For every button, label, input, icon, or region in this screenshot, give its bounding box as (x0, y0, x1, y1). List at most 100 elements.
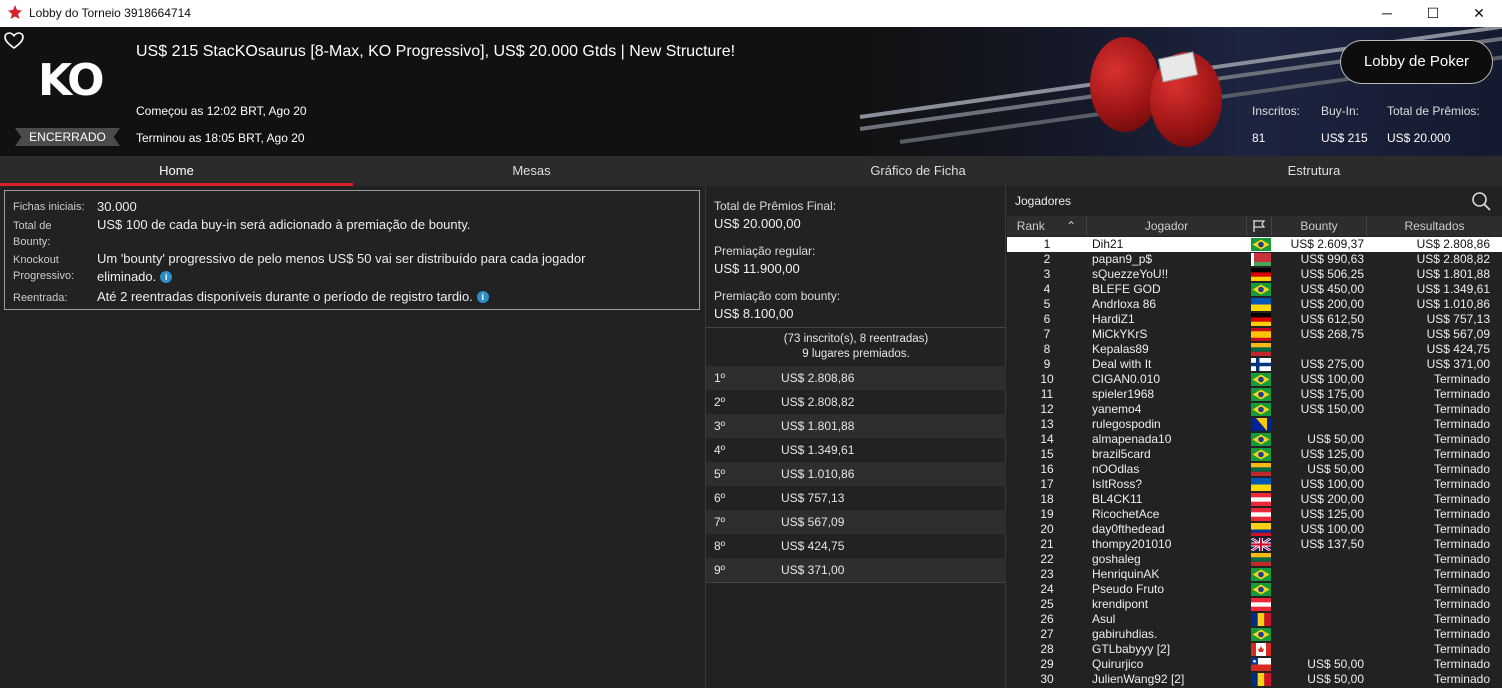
player-bounty: US$ 612,50 (1300, 312, 1364, 326)
payout-amount: US$ 2.808,82 (781, 395, 855, 409)
player-column-header[interactable]: Jogador (1087, 216, 1247, 236)
country-flag-icon (1251, 403, 1271, 416)
player-row[interactable]: 18 BL4CK11 US$ 200,00 Terminado (1007, 492, 1502, 507)
player-row[interactable]: 8 Kepalas89 US$ 424,75 (1007, 342, 1502, 357)
player-result: Terminado (1433, 507, 1490, 521)
tournament-name: US$ 215 StacKOsaurus [8-Max, KO Progress… (136, 43, 736, 60)
poker-lobby-button[interactable]: Lobby de Poker (1340, 40, 1493, 84)
start-time: Começou as 12:02 BRT, Ago 20 (136, 104, 307, 118)
player-row[interactable]: 14 almapenada10 US$ 50,00 Terminado (1007, 432, 1502, 447)
player-row[interactable]: 1 Dih21 US$ 2.609,37 US$ 2.808,86 (1007, 237, 1502, 252)
player-rank: 3 (1043, 267, 1051, 281)
country-flag-icon (1251, 523, 1271, 536)
player-rank: 15 (1040, 447, 1054, 461)
player-name: thompy201010 (1092, 537, 1172, 551)
player-row[interactable]: 21 thompy201010 US$ 137,50 Terminado (1007, 537, 1502, 552)
results-column-header[interactable]: Resultados (1367, 216, 1502, 236)
player-row[interactable]: 28 GTLbabyyy [2] Terminado (1007, 642, 1502, 657)
player-rank: 22 (1040, 552, 1054, 566)
payout-row: 8º US$ 424,75 (706, 534, 1006, 558)
player-name: gabiruhdias. (1092, 627, 1158, 641)
player-row[interactable]: 30 JulienWang92 [2] US$ 50,00 Terminado (1007, 672, 1502, 687)
payout-position: 8º (714, 539, 726, 553)
player-row[interactable]: 3 sQuezzeYoU!! US$ 506,25 US$ 1.801,88 (1007, 267, 1502, 282)
player-result: Terminado (1433, 447, 1490, 461)
player-bounty: US$ 50,00 (1307, 462, 1364, 476)
player-bounty: US$ 200,00 (1300, 492, 1364, 506)
player-result: Terminado (1433, 657, 1490, 671)
player-row[interactable]: 13 rulegospodin Terminado (1007, 417, 1502, 432)
player-row[interactable]: 2 papan9_p$ US$ 990,63 US$ 2.808,82 (1007, 252, 1502, 267)
player-row[interactable]: 4 BLEFE GOD US$ 450,00 US$ 1.349,61 (1007, 282, 1502, 297)
player-row[interactable]: 27 gabiruhdias. Terminado (1007, 627, 1502, 642)
player-result: Terminado (1433, 477, 1490, 491)
player-bounty: US$ 50,00 (1307, 432, 1364, 446)
player-name: Deal with It (1092, 357, 1152, 371)
player-rank: 30 (1040, 672, 1054, 686)
player-name: day0fthedead (1092, 522, 1165, 536)
player-result: Terminado (1433, 627, 1490, 641)
bounty-column-header[interactable]: Bounty (1272, 216, 1367, 236)
final-prize-value: US$ 20.000,00 (714, 216, 801, 231)
rank-column-header[interactable]: Rank ⌃ (1007, 216, 1087, 236)
player-row[interactable]: 29 Quirurjico US$ 50,00 Terminado (1007, 657, 1502, 672)
maximize-button[interactable]: ☐ (1410, 0, 1456, 27)
info-icon[interactable]: i (476, 291, 489, 303)
favorite-heart-icon[interactable] (4, 32, 24, 50)
player-row[interactable]: 25 krendipont Terminado (1007, 597, 1502, 612)
player-result: Terminado (1433, 537, 1490, 551)
player-name: BL4CK11 (1092, 492, 1143, 506)
final-prize-label: Total de Prêmios Final: (714, 199, 837, 213)
player-row[interactable]: 15 brazil5card US$ 125,00 Terminado (1007, 447, 1502, 462)
player-name: Andrloxa 86 (1092, 297, 1157, 311)
player-bounty: US$ 100,00 (1300, 372, 1364, 386)
player-result: Terminado (1433, 582, 1490, 596)
player-row[interactable]: 10 CIGAN0.010 US$ 100,00 Terminado (1007, 372, 1502, 387)
player-row[interactable]: 7 MiCkYKrS US$ 268,75 US$ 567,09 (1007, 327, 1502, 342)
tab-home[interactable]: Home (0, 156, 353, 186)
player-name: Kepalas89 (1092, 342, 1149, 356)
player-row[interactable]: 5 Andrloxa 86 US$ 200,00 US$ 1.010,86 (1007, 297, 1502, 312)
player-row[interactable]: 23 HenriquinAK Terminado (1007, 567, 1502, 582)
player-row[interactable]: 12 yanemo4 US$ 150,00 Terminado (1007, 402, 1502, 417)
flag-column-header[interactable] (1247, 216, 1272, 236)
country-flag-icon (1251, 553, 1271, 566)
player-row[interactable]: 19 RicochetAce US$ 125,00 Terminado (1007, 507, 1502, 522)
country-flag-icon (1251, 628, 1271, 641)
player-result: US$ 1.010,86 (1416, 297, 1490, 311)
player-name: almapenada10 (1092, 432, 1172, 446)
search-icon[interactable] (1471, 191, 1491, 211)
tab-chip-chart[interactable]: Gráfico de Ficha (710, 156, 1126, 186)
country-flag-icon (1251, 328, 1271, 341)
player-name: GTLbabyyy [2] (1092, 642, 1171, 656)
country-flag-icon (1251, 478, 1271, 491)
player-row[interactable]: 16 nOOdlas US$ 50,00 Terminado (1007, 462, 1502, 477)
info-icon[interactable]: i (160, 271, 173, 283)
player-result: US$ 757,13 (1426, 312, 1490, 326)
player-row[interactable]: 6 HardiZ1 US$ 612,50 US$ 757,13 (1007, 312, 1502, 327)
ko-logo: KO (38, 55, 105, 106)
player-result: US$ 1.801,88 (1416, 267, 1490, 281)
country-flag-icon (1251, 268, 1271, 281)
player-bounty: US$ 100,00 (1300, 477, 1364, 491)
tournament-info-box: Fichas iniciais: 30.000 Total de Bounty:… (4, 190, 700, 310)
country-flag-icon (1251, 298, 1271, 311)
player-row[interactable]: 9 Deal with It US$ 275,00 US$ 371,00 (1007, 357, 1502, 372)
close-button[interactable]: ✕ (1456, 0, 1502, 27)
player-bounty: US$ 150,00 (1300, 402, 1364, 416)
player-row[interactable]: 24 Pseudo Fruto Terminado (1007, 582, 1502, 597)
player-row[interactable]: 11 spieler1968 US$ 175,00 Terminado (1007, 387, 1502, 402)
payout-row: 9º US$ 371,00 (706, 558, 1006, 582)
player-result: Terminado (1433, 387, 1490, 401)
player-row[interactable]: 22 goshaleg Terminado (1007, 552, 1502, 567)
minimize-button[interactable]: ─ (1364, 0, 1410, 27)
payout-amount: US$ 2.808,86 (781, 371, 855, 385)
tab-structure[interactable]: Estrutura (1126, 156, 1502, 186)
tab-tables[interactable]: Mesas (353, 156, 710, 186)
player-row[interactable]: 20 day0fthedead US$ 100,00 Terminado (1007, 522, 1502, 537)
player-rank: 16 (1040, 462, 1054, 476)
player-row[interactable]: 17 IsItRoss? US$ 100,00 Terminado (1007, 477, 1502, 492)
player-row[interactable]: 26 Asul Terminado (1007, 612, 1502, 627)
prize-pool-value: US$ 20.000 (1387, 131, 1451, 145)
payout-amount: US$ 1.349,61 (781, 443, 855, 457)
